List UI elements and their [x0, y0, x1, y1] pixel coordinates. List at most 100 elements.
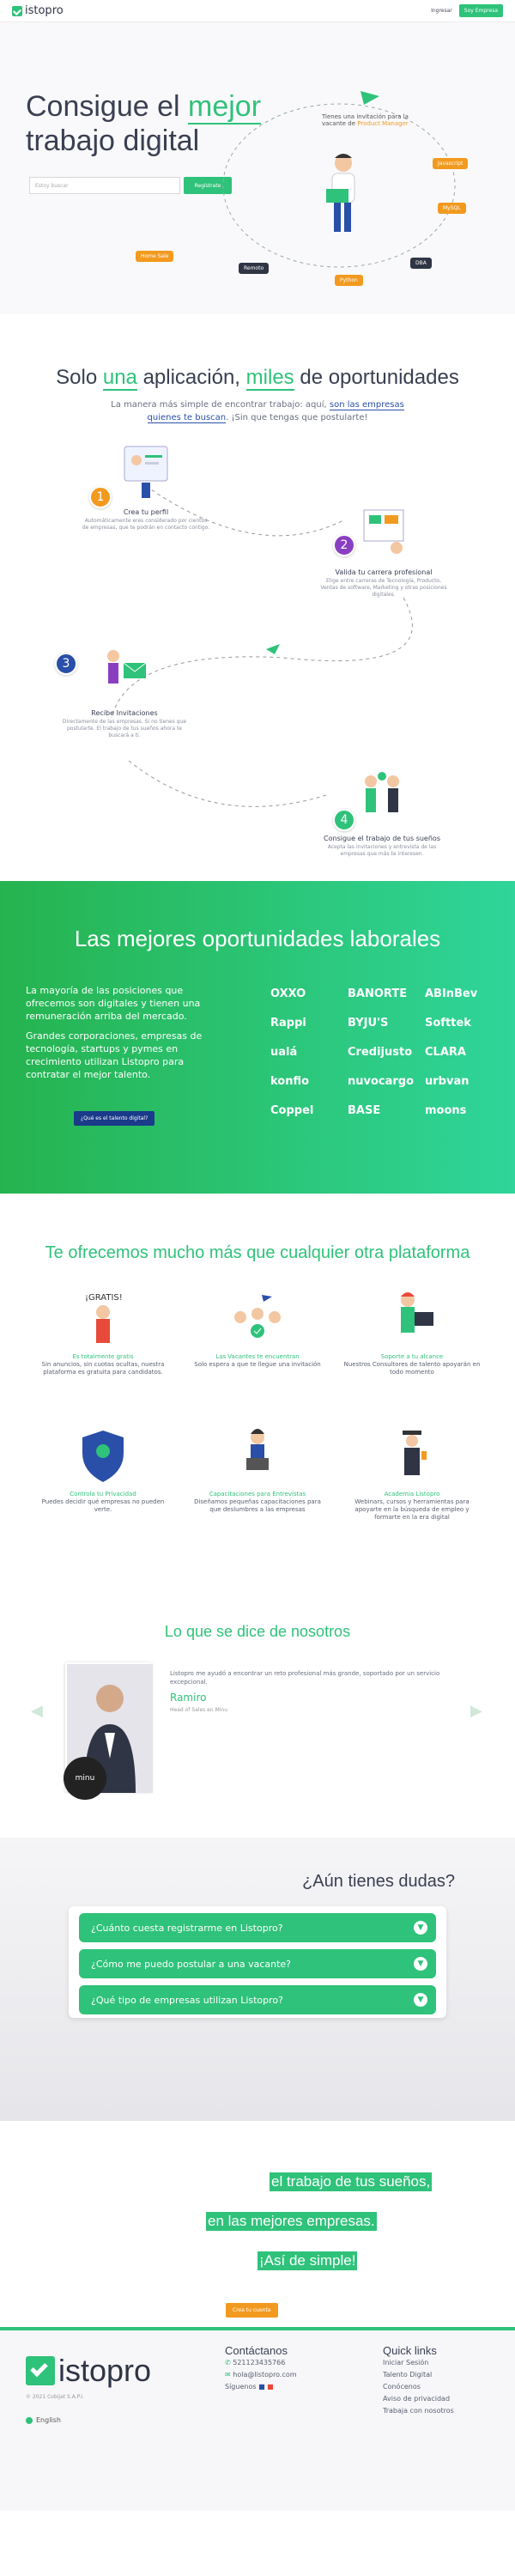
company-logo: moons: [425, 1103, 467, 1117]
contact-phone[interactable]: ✆ 521123435766: [225, 2357, 297, 2369]
faq-item[interactable]: ¿Cuánto cuesta registrarme en Listopro? ▼: [79, 1913, 436, 1942]
contact-email[interactable]: ✉ hola@listopro.com: [225, 2369, 297, 2381]
faq-list: ¿Cuánto cuesta registrarme en Listopro? ▼…: [69, 1906, 446, 2018]
step-title: Crea tu perfil: [123, 508, 169, 516]
how-it-works-section: Solo una aplicación, miles de oportunida…: [0, 314, 515, 881]
footer-brand-name: istopro: [58, 2353, 152, 2388]
company-logo: ABInBev: [425, 987, 478, 1000]
benefit-item: Las Vacantes te encuentran Solo espera a…: [189, 1288, 326, 1369]
skill-pill: Home Sale: [136, 251, 174, 262]
footer-link[interactable]: Aviso de privacidad: [383, 2393, 454, 2405]
envelope-invite-icon: [107, 650, 147, 683]
benefit-item: Soporte a tu alcance Nuestros Consultore…: [343, 1288, 481, 1376]
step-description: Elige entre carreras de Tecnología, Prod…: [320, 578, 447, 598]
hero-title-pre: Consigue el: [26, 90, 189, 123]
benefits-title: Te ofrecemos mucho más que cualquier otr…: [45, 1243, 470, 1262]
step-description: Automáticamente eres considerado por cie…: [82, 518, 210, 531]
benefit-description: Webinars, cursos y herramientas para apo…: [354, 1498, 470, 1521]
benefit-item: ¡GRATIS! Es totalmente gratis Sin anunci…: [34, 1288, 172, 1376]
benefit-title: Controla tu Privacidad: [70, 1491, 136, 1498]
follow-label: Síguenos: [225, 2383, 257, 2391]
company-logo: nuvocargo: [348, 1074, 415, 1088]
company-logo: konfio: [270, 1074, 310, 1088]
step-3: Recibe Invitaciones Directamente de las …: [60, 644, 189, 739]
career-board-icon: [363, 509, 404, 554]
social-links: Síguenos ■ ■: [225, 2381, 297, 2393]
faq-question: ¿Qué tipo de empresas utilizan Listopro?: [91, 1994, 283, 2006]
hero-section: Consigue el mejor trabajo digital Estoy …: [0, 22, 515, 314]
linkedin-icon[interactable]: ■: [258, 2383, 265, 2391]
faq-question: ¿Cómo me puedo postular a una vacante?: [91, 1958, 291, 1970]
step-description: Directamente de las empresas. Si no tien…: [62, 719, 187, 738]
footer-link[interactable]: Conócenos: [383, 2381, 454, 2393]
employer-button[interactable]: Soy Empresa: [458, 4, 503, 17]
brand-logo[interactable]: istopro: [12, 4, 64, 17]
benefit-title: Es totalmente gratis: [72, 1353, 134, 1360]
shield-privacy-icon: [82, 1431, 124, 1482]
create-account-button[interactable]: Crea tu cuenta: [226, 2303, 278, 2318]
step-title: Recibe Invitaciones: [91, 709, 158, 717]
digital-talent-button[interactable]: ¿Qué es el talento digital?: [74, 1111, 155, 1126]
company-logo: BASE: [348, 1103, 381, 1117]
benefit-description: Solo espera a que te llegue una invitaci…: [194, 1361, 321, 1368]
opportunities-paragraph: Grandes corporaciones, empresas de tecno…: [26, 1030, 203, 1080]
footer-link[interactable]: Iniciar Sesión: [383, 2357, 454, 2369]
phone-icon: ✆: [225, 2359, 233, 2366]
listopro-check-icon: [26, 2356, 55, 2385]
contact-title: Contáctanos: [225, 2344, 288, 2357]
benefit-description: Diseñamos pequeñas capacitaciones para q…: [194, 1498, 321, 1513]
benefit-title: Capacitaciones para Entrevistas: [209, 1491, 306, 1498]
opportunities-title: Las mejores oportunidades laborales: [74, 926, 441, 951]
company-badge: minu: [64, 1757, 106, 1800]
company-logo: Credijusto: [348, 1045, 413, 1059]
company-logo: OXXO: [270, 987, 306, 1000]
footer-link[interactable]: Trabaja con nosotros: [383, 2405, 454, 2417]
testimonial-role: Head of Sales en Minu: [170, 1707, 228, 1713]
step-number-badge: 2: [333, 534, 355, 556]
step-title: Consigue el trabajo de tus sueños: [324, 835, 440, 842]
carousel-next-icon[interactable]: ▶: [470, 1702, 482, 1720]
step-number-badge: 3: [55, 653, 77, 675]
benefit-title: Soporte a tu alcance: [380, 1353, 444, 1360]
login-link[interactable]: Ingresar: [431, 8, 452, 14]
language-label: English: [36, 2416, 61, 2424]
step-number-badge: 4: [333, 809, 355, 831]
company-logo: urbvan: [425, 1074, 470, 1088]
opportunities-section: Las mejores oportunidades laborales La m…: [0, 881, 515, 1194]
footer-logo[interactable]: istopro: [26, 2353, 151, 2389]
chevron-down-icon[interactable]: ▼: [414, 1957, 427, 1971]
language-switch[interactable]: English: [26, 2416, 61, 2424]
faq-item[interactable]: ¿Cómo me puedo postular a una vacante? ▼: [79, 1949, 436, 1978]
cta-line: ¡Así de simple!: [258, 2251, 358, 2270]
testimonial-quote: Listopro me ayudó a encontrar un reto pr…: [170, 1670, 440, 1686]
footer-quick-links: Quick links Iniciar Sesión Talento Digit…: [383, 2344, 454, 2417]
free-person-icon: ¡GRATIS!: [85, 1293, 123, 1343]
notification-role: Product Manager: [357, 120, 409, 127]
chevron-down-icon[interactable]: ▼: [414, 1921, 427, 1935]
testimonial-name: Ramiro: [170, 1692, 207, 1704]
hero-illustration: Tienes una invitación para la vacante de…: [136, 82, 489, 306]
benefit-description: Sin anuncios, sin cuotas ocultas, nuestr…: [41, 1361, 165, 1376]
opportunities-text: La mayoría de las posiciones que ofrecem…: [26, 984, 223, 1081]
site-header: istopro Ingresar Soy Empresa: [0, 0, 515, 22]
company-logos: OXXO BANORTE ABInBev Rappi BYJU'S Softte…: [270, 984, 502, 1120]
site-footer: istopro © 2021 Cobijat S.A.P.I. English …: [0, 2327, 515, 2511]
company-logo: Coppel: [270, 1103, 314, 1117]
step-number-badge: 1: [89, 486, 112, 508]
chevron-down-icon[interactable]: ▼: [414, 1993, 427, 2007]
training-laptop-icon: [246, 1429, 269, 1470]
faq-item[interactable]: ¿Qué tipo de empresas utilizan Listopro?…: [79, 1985, 436, 2014]
company-logo: BANORTE: [348, 987, 408, 1000]
instagram-icon[interactable]: ■: [267, 2383, 274, 2391]
graduation-icon: [403, 1431, 427, 1475]
skill-pill: MySQL: [438, 203, 466, 214]
skill-pill: Python: [335, 275, 363, 286]
opportunities-paragraph: La mayoría de las posiciones que ofrecem…: [26, 985, 201, 1022]
support-agent-icon: [401, 1292, 433, 1333]
email-input[interactable]: Estoy buscar: [29, 177, 180, 194]
footer-link[interactable]: Talento Digital: [383, 2369, 454, 2381]
company-logo: Rappi: [270, 1016, 306, 1030]
company-logo: Softtek: [425, 1016, 471, 1030]
carousel-prev-icon[interactable]: ◀: [31, 1702, 43, 1720]
cta-line: el trabajo de tus sueños,: [270, 2172, 433, 2191]
